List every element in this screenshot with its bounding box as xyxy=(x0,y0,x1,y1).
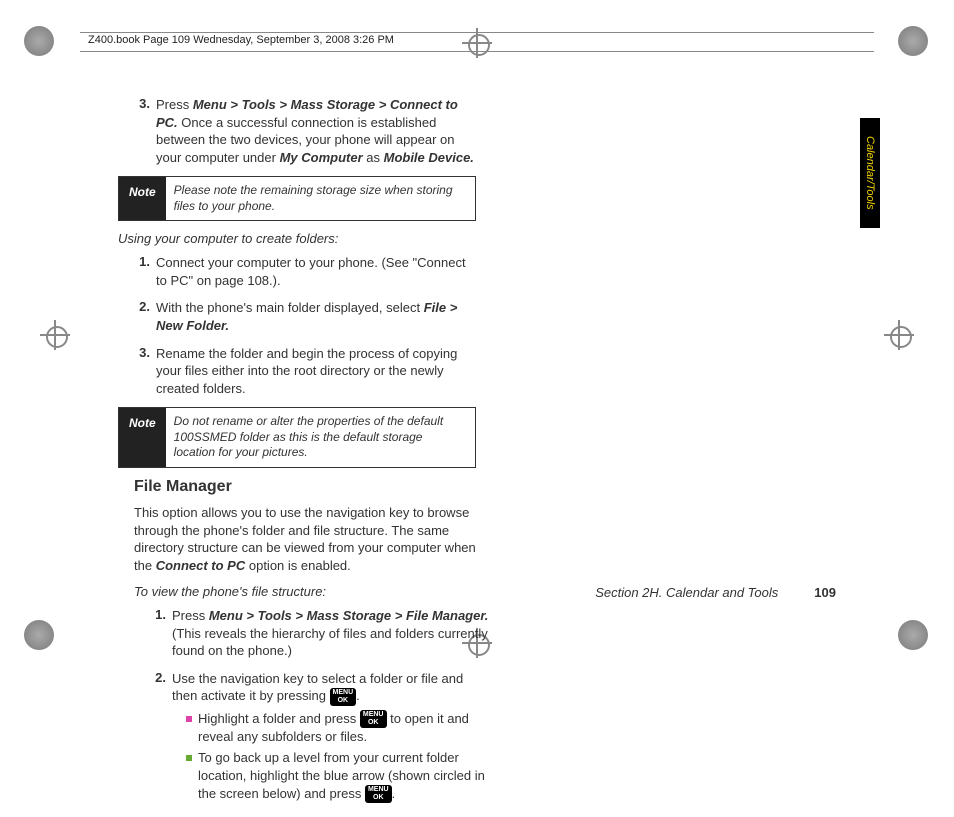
menu-ok-key-icon: MENUOK xyxy=(330,688,357,705)
column-left: 3. Press Menu > Tools > Mass Storage > C… xyxy=(118,96,476,478)
term: My Computer xyxy=(280,150,363,165)
text: . xyxy=(392,786,396,801)
term: Mobile Device. xyxy=(384,150,474,165)
step-number: 2. xyxy=(118,299,150,334)
header-text: Z400.book Page 109 Wednesday, September … xyxy=(88,34,394,46)
step-number: 1. xyxy=(134,607,166,660)
section-tab: Calendar/Tools xyxy=(860,118,880,228)
crop-ornament-icon xyxy=(24,620,54,650)
sub-heading: Using your computer to create folders: xyxy=(118,231,476,246)
bullet-body: To go back up a level from your current … xyxy=(198,749,492,802)
step-item: 2. Use the navigation key to select a fo… xyxy=(134,670,492,807)
menu-ok-key-icon: MENUOK xyxy=(365,785,392,802)
registration-mark-icon xyxy=(884,320,914,350)
step-item: 3. Rename the folder and begin the proce… xyxy=(118,345,476,398)
page-number: 109 xyxy=(814,585,836,600)
step-body: With the phone's main folder displayed, … xyxy=(150,299,476,334)
text: as xyxy=(363,150,384,165)
step-number: 1. xyxy=(118,254,150,289)
text: With the phone's main folder displayed, … xyxy=(156,300,424,315)
crop-ornament-icon xyxy=(898,26,928,56)
text: Press xyxy=(172,608,209,623)
term: Connect to PC xyxy=(156,558,246,573)
step-item: 2. With the phone's main folder displaye… xyxy=(118,299,476,334)
bullet-body: Highlight a folder and press MENUOK to o… xyxy=(198,710,492,746)
bullet-icon xyxy=(186,755,192,761)
sub-bullet: Highlight a folder and press MENUOK to o… xyxy=(186,710,492,746)
step-number: 2. xyxy=(134,670,166,807)
crop-ornament-icon xyxy=(24,26,54,56)
intro-paragraph: This option allows you to use the naviga… xyxy=(134,504,492,574)
step-body: Press Menu > Tools > Mass Storage > File… xyxy=(166,607,492,660)
text: . xyxy=(356,688,360,703)
note-label: Note xyxy=(119,177,166,220)
step-item: 1. Connect your computer to your phone. … xyxy=(118,254,476,289)
crop-ornament-icon xyxy=(898,620,928,650)
section-heading: File Manager xyxy=(134,478,492,496)
note-box: Note Do not rename or alter the properti… xyxy=(118,407,476,468)
step-number: 3. xyxy=(118,96,150,166)
registration-mark-icon xyxy=(40,320,70,350)
text: Use the navigation key to select a folde… xyxy=(172,671,463,704)
text: To go back up a level from your current … xyxy=(198,750,485,800)
step-item: 1. Press Menu > Tools > Mass Storage > F… xyxy=(134,607,492,660)
note-box: Note Please note the remaining storage s… xyxy=(118,176,476,221)
note-label: Note xyxy=(119,408,166,467)
text: Press xyxy=(156,97,193,112)
note-body: Please note the remaining storage size w… xyxy=(166,177,475,220)
step-body: Connect your computer to your phone. (Se… xyxy=(150,254,476,289)
step-body: Use the navigation key to select a folde… xyxy=(166,670,492,807)
step-body: Press Menu > Tools > Mass Storage > Conn… xyxy=(150,96,476,166)
sub-bullet: To go back up a level from your current … xyxy=(186,749,492,802)
step-body: Rename the folder and begin the process … xyxy=(150,345,476,398)
text: option is enabled. xyxy=(245,558,351,573)
page-body: 3. Press Menu > Tools > Mass Storage > C… xyxy=(118,96,848,626)
menu-path: Menu > Tools > Mass Storage > File Manag… xyxy=(209,608,488,623)
step-number: 3. xyxy=(118,345,150,398)
column-right: File Manager This option allows you to u… xyxy=(134,478,492,817)
bullet-icon xyxy=(186,716,192,722)
text: (This reveals the hierarchy of files and… xyxy=(172,626,488,659)
step-item: 3. Press Menu > Tools > Mass Storage > C… xyxy=(118,96,476,166)
footer-section: Section 2H. Calendar and Tools xyxy=(595,585,778,600)
menu-ok-key-icon: MENUOK xyxy=(360,710,387,727)
page-footer: Section 2H. Calendar and Tools 109 xyxy=(118,585,848,600)
note-body: Do not rename or alter the properties of… xyxy=(166,408,475,467)
text: Highlight a folder and press xyxy=(198,711,360,726)
